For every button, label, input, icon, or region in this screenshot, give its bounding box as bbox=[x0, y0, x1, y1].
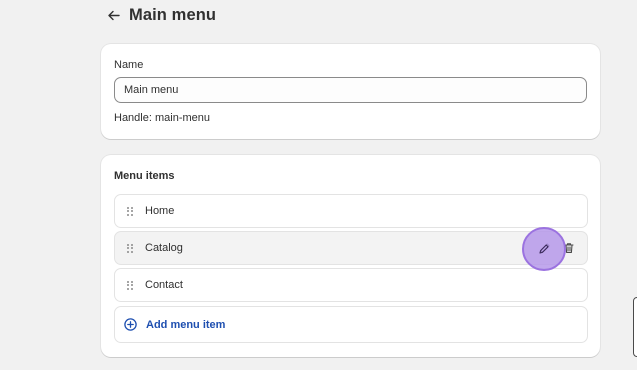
name-label: Name bbox=[114, 59, 144, 71]
drag-handle-icon[interactable] bbox=[127, 280, 133, 290]
add-menu-item-label: Add menu item bbox=[146, 318, 226, 331]
name-input[interactable] bbox=[114, 77, 587, 103]
edit-item-button[interactable] bbox=[537, 240, 553, 256]
add-menu-item-button[interactable]: Add menu item bbox=[114, 306, 588, 343]
arrow-left-icon bbox=[107, 10, 120, 20]
menu-item-contact[interactable]: Contact bbox=[114, 268, 588, 302]
menu-item-label: Contact bbox=[145, 279, 183, 291]
menu-items-title: Menu items bbox=[114, 170, 175, 182]
back-button[interactable] bbox=[105, 3, 121, 27]
menu-editor-page: Main menu Name Handle: main-menu Menu it… bbox=[0, 0, 637, 370]
name-card: Name Handle: main-menu bbox=[101, 44, 600, 139]
side-panel-tab[interactable] bbox=[633, 297, 637, 357]
delete-item-button[interactable] bbox=[561, 240, 577, 256]
page-header: Main menu bbox=[105, 3, 216, 27]
menu-item-label: Home bbox=[145, 205, 175, 217]
plus-circle-icon bbox=[124, 318, 137, 331]
item-actions bbox=[537, 232, 577, 264]
menu-item-home[interactable]: Home bbox=[114, 194, 588, 228]
drag-handle-icon[interactable] bbox=[127, 206, 133, 216]
menu-item-label: Catalog bbox=[145, 242, 183, 254]
page-title: Main menu bbox=[129, 5, 217, 24]
pencil-icon bbox=[540, 243, 550, 253]
drag-handle-icon[interactable] bbox=[127, 243, 133, 253]
trash-icon bbox=[564, 243, 574, 254]
menu-items-card: Menu items Home Catalog Contact Add menu… bbox=[101, 155, 600, 357]
menu-item-catalog[interactable]: Catalog bbox=[114, 231, 588, 265]
handle-text: Handle: main-menu bbox=[114, 112, 210, 124]
